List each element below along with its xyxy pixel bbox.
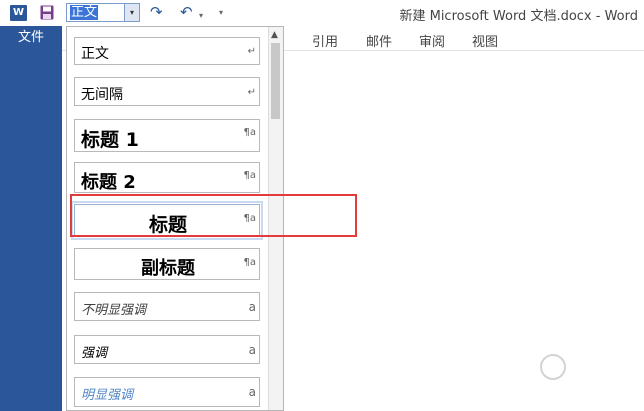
scroll-up-icon[interactable]: ▲ — [271, 30, 278, 40]
linked-style-icon: ¶a — [243, 257, 257, 268]
style-item-emphasis[interactable]: 强调 a — [74, 335, 260, 364]
tab-file[interactable]: 文件 — [0, 26, 62, 50]
window-title: 新建 Microsoft Word 文档.docx - Word — [399, 9, 638, 24]
redo-icon[interactable]: ↷ — [150, 4, 163, 20]
save-icon[interactable] — [40, 5, 54, 20]
customize-toolbar-icon[interactable]: ▾ — [219, 8, 223, 17]
character-style-icon: a — [248, 385, 256, 399]
tab-mailings[interactable]: 邮件 — [366, 31, 392, 50]
watermark-icon — [540, 354, 566, 380]
title-bar: W 正文 ▾ ↷ ↶ ▾ ▾ 新建 Microsoft Word 文档.docx… — [0, 0, 644, 26]
watermark-logo — [540, 350, 640, 390]
style-label: 正文 — [81, 46, 109, 62]
style-selector-value[interactable]: 正文 — [70, 5, 99, 20]
style-item-no-spacing[interactable]: 无间隔 ↵ — [74, 77, 260, 106]
scroll-thumb[interactable] — [271, 43, 280, 119]
style-label: 不明显强调 — [81, 303, 147, 318]
word-app-icon[interactable]: W — [10, 5, 27, 21]
paragraph-mark-icon: ↵ — [247, 46, 256, 57]
undo-icon[interactable]: ↶ — [180, 4, 193, 20]
style-item-heading-2[interactable]: 标题 2 ¶a — [74, 162, 260, 193]
tab-references[interactable]: 引用 — [312, 31, 338, 50]
backstage-strip — [0, 50, 62, 411]
style-label: 标题 1 — [81, 129, 139, 151]
highlight-annotation — [70, 194, 357, 237]
tab-review[interactable]: 审阅 — [419, 31, 445, 50]
style-label: 标题 2 — [81, 172, 136, 193]
character-style-icon: a — [248, 343, 256, 357]
style-label: 副标题 — [141, 258, 195, 279]
style-label: 明显强调 — [81, 388, 134, 403]
style-selector[interactable]: 正文 ▾ — [66, 3, 140, 22]
undo-dropdown-icon[interactable]: ▾ — [199, 8, 203, 24]
tab-view[interactable]: 视图 — [472, 31, 498, 50]
paragraph-mark-icon: ↵ — [247, 87, 256, 98]
style-label: 无间隔 — [81, 87, 123, 103]
linked-style-icon: ¶a — [243, 170, 257, 181]
style-item-heading-1[interactable]: 标题 1 ¶a — [74, 119, 260, 152]
character-style-icon: a — [248, 300, 256, 314]
linked-style-icon: ¶a — [243, 127, 257, 138]
style-item-intense-emphasis[interactable]: 明显强调 a — [74, 377, 260, 407]
chevron-down-icon[interactable]: ▾ — [124, 4, 139, 21]
style-item-subtle-emphasis[interactable]: 不明显强调 a — [74, 292, 260, 321]
style-label: 强调 — [81, 346, 108, 361]
style-item-normal[interactable]: 正文 ↵ — [74, 37, 260, 65]
style-item-subtitle[interactable]: 副标题 ¶a — [74, 248, 260, 280]
